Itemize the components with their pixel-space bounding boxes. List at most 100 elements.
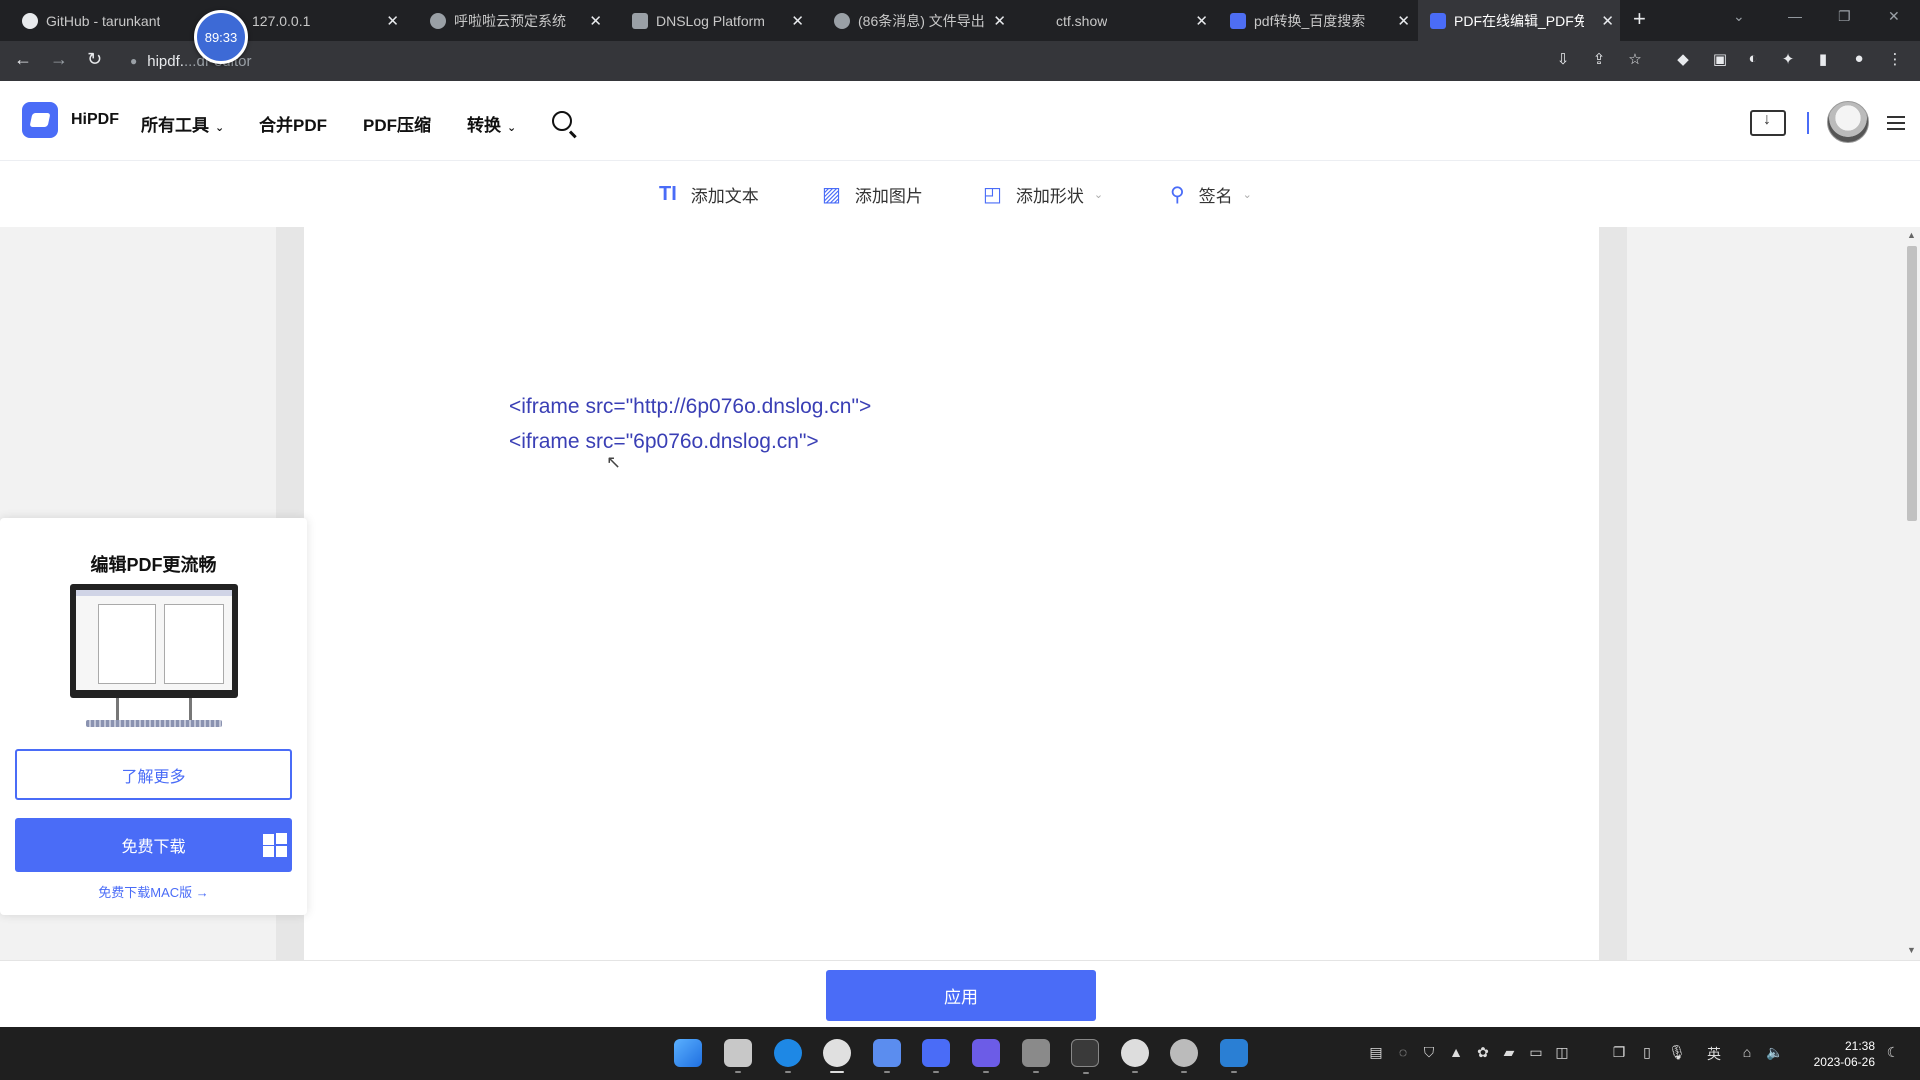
- free-download-label: 免费下载: [121, 839, 186, 856]
- scroll-thumb[interactable]: [1907, 246, 1917, 521]
- scroll-up-arrow-icon[interactable]: ▲: [1907, 230, 1916, 240]
- desktop-download-icon[interactable]: [1750, 110, 1786, 136]
- nav-compress-pdf[interactable]: PDF压缩: [363, 111, 431, 136]
- extension-icon[interactable]: ▣: [1710, 50, 1730, 70]
- image-icon: ▨: [822, 184, 841, 206]
- pinned-app-icon[interactable]: [1170, 1039, 1198, 1073]
- pinned-app-icon[interactable]: [873, 1039, 901, 1073]
- nav-label: 所有工具: [141, 116, 209, 135]
- profile-icon[interactable]: ●: [1849, 50, 1869, 70]
- edge-icon[interactable]: [774, 1039, 802, 1073]
- mac-download-link[interactable]: 免费下载MAC版 →: [0, 882, 307, 901]
- back-button[interactable]: ←: [14, 49, 32, 70]
- vscode-icon[interactable]: [1220, 1039, 1248, 1073]
- hamburger-menu-icon[interactable]: [1887, 116, 1905, 134]
- shape-icon: ◰: [983, 184, 1002, 206]
- logo-text[interactable]: HiPDF: [71, 111, 119, 129]
- add-image-button[interactable]: ▨ 添加图片: [822, 182, 923, 207]
- browser-tab-csdn[interactable]: (86条消息) 文件导出 ✕: [822, 0, 1012, 41]
- reload-button[interactable]: ↻: [87, 49, 102, 70]
- restore-button[interactable]: ❐: [1838, 8, 1851, 25]
- add-text-button[interactable]: TI 添加文本: [659, 182, 759, 207]
- page-gutter-right: [1599, 227, 1627, 960]
- apply-button[interactable]: 应用: [826, 970, 1096, 1021]
- tray-app-icon[interactable]: ▲: [1447, 1044, 1465, 1062]
- close-icon[interactable]: ✕: [589, 12, 602, 30]
- search-icon[interactable]: [552, 111, 572, 131]
- new-tab-button[interactable]: +: [1633, 6, 1646, 32]
- network-icon[interactable]: ⌂: [1738, 1044, 1756, 1062]
- browser-tab-baidu[interactable]: pdf转换_百度搜索 ✕: [1226, 0, 1416, 41]
- browser-tab-hipdf[interactable]: PDF在线编辑_PDF免费 ✕: [1418, 0, 1620, 41]
- extension-icon[interactable]: ◐: [1743, 50, 1763, 70]
- chrome-icon[interactable]: [823, 1039, 851, 1073]
- browser-tab-dnslog[interactable]: DNSLog Platform ✕: [620, 0, 810, 41]
- pdf-page[interactable]: <iframe src="http://6p076o.dnslog.cn"> <…: [304, 227, 1599, 960]
- tab-title: ctf.show: [1056, 12, 1108, 29]
- add-shape-button[interactable]: ◰ 添加形状 ⌄: [983, 182, 1103, 207]
- address-bar[interactable]: ● hipdf. ...df-editor: [130, 47, 1530, 75]
- p-app-icon[interactable]: [972, 1039, 1000, 1073]
- start-menu-icon[interactable]: [674, 1039, 702, 1067]
- extensions-puzzle-icon[interactable]: ✦: [1778, 50, 1798, 70]
- tab-search-icon[interactable]: ⌄: [1733, 8, 1745, 25]
- hipdf-logo-icon[interactable]: [22, 102, 58, 138]
- share-icon[interactable]: ⇪: [1589, 50, 1609, 70]
- tray-app-icon[interactable]: ◫: [1553, 1044, 1571, 1062]
- browser-tab-ctfshow[interactable]: ctf.show ✕: [1024, 0, 1214, 41]
- ime-indicator[interactable]: 英: [1705, 1044, 1723, 1062]
- scroll-down-arrow-icon[interactable]: ▼: [1907, 945, 1916, 955]
- learn-more-button[interactable]: 了解更多: [15, 749, 292, 800]
- nav-all-tools[interactable]: 所有工具 ⌄: [141, 111, 224, 136]
- github-icon: [22, 12, 38, 29]
- install-app-icon[interactable]: ⇩: [1553, 50, 1573, 70]
- pinned-app-icon[interactable]: [1022, 1039, 1050, 1073]
- nav-convert[interactable]: 转换 ⌄: [467, 111, 516, 136]
- close-icon[interactable]: ✕: [791, 12, 804, 30]
- avatar[interactable]: [1827, 101, 1869, 143]
- pdf-text-line[interactable]: <iframe src="http://6p076o.dnslog.cn">: [509, 395, 871, 419]
- minimize-button[interactable]: —: [1788, 8, 1802, 24]
- desktop-promo-card: 编辑PDF更流畅 了解更多 免费下载 免费下载MAC版 →: [0, 518, 307, 915]
- browser-tab-github[interactable]: GitHub - tarunkant: [10, 0, 200, 41]
- close-icon[interactable]: ✕: [993, 12, 1006, 30]
- hipdf-app-icon[interactable]: [922, 1039, 950, 1073]
- microphone-icon[interactable]: 🎙: [1668, 1044, 1686, 1062]
- tray-app-icon[interactable]: ▤: [1367, 1044, 1385, 1062]
- close-icon[interactable]: ✕: [386, 12, 399, 30]
- browser-tab-booking[interactable]: 呼啦啦云预定系统 ✕: [418, 0, 608, 41]
- phone-icon[interactable]: ▯: [1638, 1044, 1656, 1062]
- csdn-icon: [834, 12, 850, 29]
- tray-app-icon[interactable]: ◌: [1394, 1044, 1412, 1062]
- hipdf-icon: [1430, 12, 1446, 29]
- close-icon[interactable]: ✕: [1195, 12, 1208, 30]
- nav-merge-pdf[interactable]: 合并PDF: [259, 111, 327, 136]
- browser-toolbar: ← → ↻ ● hipdf. ...df-editor ⇩ ⇪ ☆ ◆ ▣ ◐ …: [0, 41, 1920, 81]
- volume-icon[interactable]: 🔈: [1766, 1044, 1784, 1062]
- system-clock[interactable]: 21:38 2023-06-26: [1800, 1038, 1875, 1070]
- bookmark-star-icon[interactable]: ☆: [1625, 50, 1645, 70]
- close-icon[interactable]: ✕: [1397, 12, 1410, 30]
- windows-icon: [263, 833, 287, 857]
- notification-icon[interactable]: ☾: [1884, 1044, 1902, 1062]
- file-explorer-icon[interactable]: [724, 1039, 752, 1073]
- tray-shield-icon[interactable]: ⛉: [1420, 1044, 1438, 1062]
- side-panel-icon[interactable]: ▮: [1813, 50, 1833, 70]
- tab-title: 呼啦啦云预定系统: [454, 12, 566, 29]
- pdf-text-line[interactable]: <iframe src="6p076o.dnslog.cn">: [509, 430, 819, 454]
- tray-app-icon[interactable]: ▭: [1527, 1044, 1545, 1062]
- close-icon[interactable]: ✕: [1601, 12, 1614, 30]
- tray-app-icon[interactable]: ▰: [1500, 1044, 1518, 1062]
- dnslog-icon: [632, 12, 648, 29]
- tray-app-icon[interactable]: ✿: [1474, 1044, 1492, 1062]
- free-download-button[interactable]: 免费下载: [15, 818, 292, 872]
- terminal-icon[interactable]: [1071, 1039, 1099, 1074]
- browser-menu-icon[interactable]: ⋮: [1885, 50, 1905, 70]
- extension-icon[interactable]: ◆: [1673, 50, 1693, 70]
- page-scrollbar[interactable]: ▲ ▼: [1904, 230, 1918, 960]
- pinned-app-icon[interactable]: [1121, 1039, 1149, 1073]
- window-close-button[interactable]: ✕: [1888, 8, 1900, 25]
- forward-button[interactable]: →: [50, 49, 68, 70]
- signature-button[interactable]: ⚲ 签名 ⌄: [1170, 182, 1252, 207]
- task-view-icon[interactable]: ❐: [1610, 1044, 1628, 1062]
